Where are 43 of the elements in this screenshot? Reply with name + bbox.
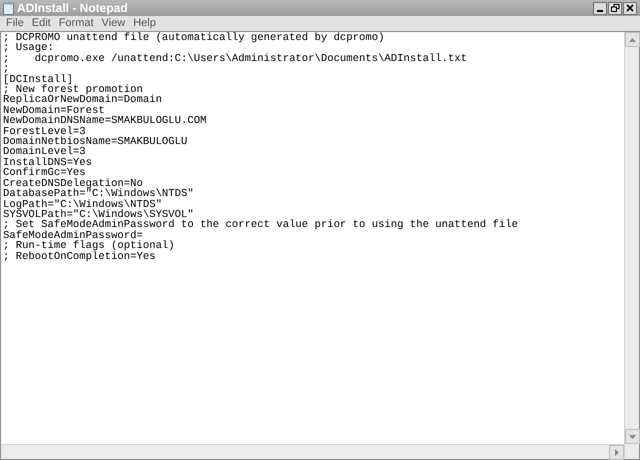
close-button[interactable]: [623, 2, 637, 14]
text-line: DomainNetbiosName=SMAKBULOGLU: [3, 137, 188, 148]
text-line: DomainLevel=3: [3, 147, 86, 158]
text-line: ForestLevel=3: [3, 126, 86, 138]
text-line: ; dcpromo.exe /unattend:C:\Users\Administrator\Documents\ADInstall.txt: [3, 54, 468, 64]
menu-item[interactable]: File: [2, 18, 28, 29]
scroll-up-button[interactable]: [625, 32, 640, 47]
menu-item[interactable]: View: [98, 18, 130, 29]
text-line: CreateDNSDelegation=No: [3, 178, 143, 190]
minimize-icon: [597, 10, 603, 12]
up-arrow-icon: [629, 38, 636, 42]
text-line: ; RebootOnCompletion=Yes: [3, 252, 156, 262]
minimize-button[interactable]: [593, 2, 607, 14]
scroll-down-button[interactable]: [625, 429, 640, 444]
close-icon: [626, 4, 634, 12]
scroll-right-button[interactable]: [609, 444, 624, 460]
down-arrow-icon: [629, 434, 636, 438]
notepad-icon: [3, 2, 14, 14]
menu-item[interactable]: Edit: [28, 18, 55, 29]
text-line: DatabasePath="C:\Windows\NTDS": [3, 189, 194, 200]
text-line: LogPath="C:\Windows\NTDS": [3, 200, 162, 210]
restore-button[interactable]: [608, 2, 622, 14]
window-title: ADInstall - Notepad: [17, 2, 128, 14]
text-line: NewDomainDNSName=SMAKBULOGLU.COM: [3, 116, 206, 127]
text-line: ; New forest promotion: [3, 85, 143, 96]
text-line: ; DCPROMO unattend file (automatically generated by dcpromo): [3, 33, 384, 44]
text-line: NewDomain=Forest: [3, 106, 105, 116]
right-arrow-icon: [614, 448, 618, 456]
vertical-scrollbar[interactable]: [624, 32, 639, 459]
text-line: ; Usage:: [3, 43, 54, 54]
menu-item[interactable]: Help: [129, 18, 160, 29]
horizontal-scrollbar[interactable]: [1, 444, 624, 459]
text-line: SafeModeAdminPassword=: [3, 230, 143, 242]
text-line: ;: [3, 64, 10, 75]
text-line: ReplicaOrNewDomain=Domain: [3, 95, 162, 106]
text-line: InstallDNS=Yes: [3, 158, 92, 168]
text-line: ; Run-time flags (optional): [3, 241, 175, 252]
menu-item[interactable]: Format: [54, 18, 98, 29]
restore-icon: [610, 4, 620, 12]
text-line: SYSVOLPath="C:\Windows\SYSVOL": [3, 210, 194, 220]
text-line: [DCInstall]: [3, 74, 73, 86]
text-line: ; Set SafeModeAdminPassword to the correct value prior to using the unattend file: [3, 220, 518, 231]
text-line: ConfirmGc=Yes: [3, 168, 86, 179]
